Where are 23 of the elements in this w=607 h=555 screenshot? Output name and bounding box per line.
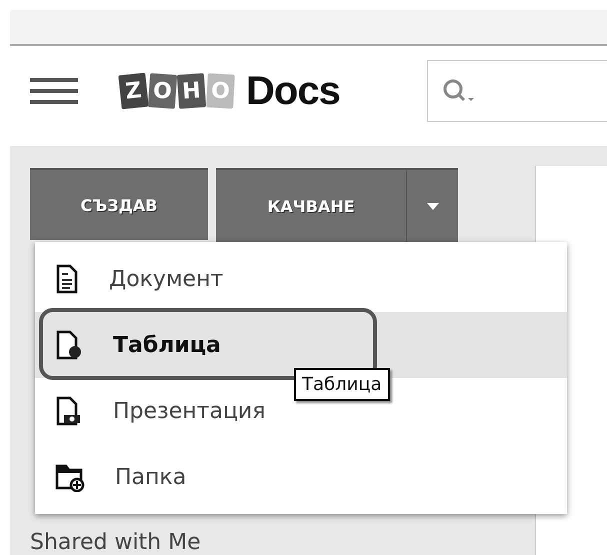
app-name: Docs	[246, 68, 340, 114]
logo-letter: O	[206, 73, 235, 109]
spreadsheet-icon	[55, 330, 83, 360]
menu-item-label: Документ	[109, 266, 224, 292]
folder-add-icon	[55, 462, 85, 492]
document-icon	[55, 264, 79, 294]
caret-icon	[426, 202, 438, 210]
menu-icon[interactable]	[28, 76, 80, 106]
sidebar-item[interactable]: Shared with Me	[30, 530, 535, 555]
logo-letter: O	[148, 73, 178, 109]
menu-item[interactable]: Документ	[35, 246, 234, 312]
menu-item[interactable]: Папка	[35, 444, 196, 510]
create-button[interactable]: СЪЗДАВ	[30, 168, 208, 240]
search-field[interactable]	[427, 60, 607, 122]
presentation-icon	[55, 396, 83, 426]
menu-item-label: Папка	[115, 464, 186, 490]
menu-item-label: Таблица	[113, 332, 221, 358]
tooltip: Таблица	[294, 368, 390, 401]
logo-letter: H	[176, 73, 206, 109]
menu-item-label: Презентация	[113, 398, 266, 424]
search-icon	[442, 78, 476, 104]
menu-item[interactable]: Презентация	[35, 378, 276, 444]
logo-letter: Z	[118, 72, 149, 110]
